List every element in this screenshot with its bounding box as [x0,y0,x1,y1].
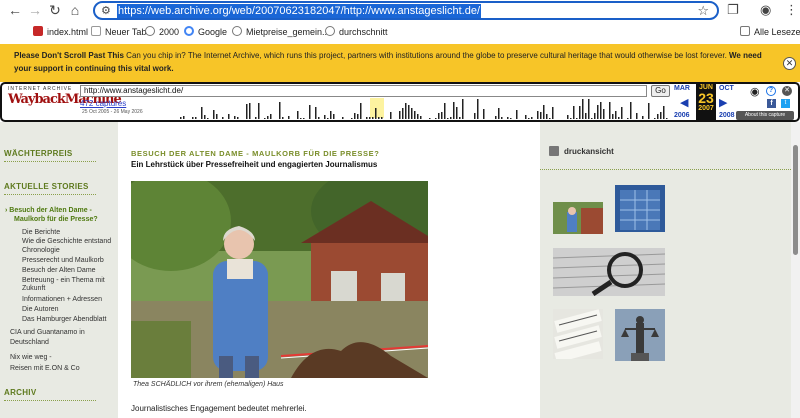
bookmarks-bar: index.html Neuer Tab 2000 Google Mietpre… [0,22,800,42]
go-button[interactable]: Go [651,85,670,97]
menu-icon[interactable]: ⋮ [785,2,798,18]
bookmark-item[interactable]: 2000 [145,26,179,37]
globe-icon [145,26,155,36]
prev-month[interactable]: MAR [674,85,690,92]
bookmark-star-icon[interactable]: ☆ [697,3,709,19]
wayback-logo[interactable]: INTERNET ARCHIVE WaybackMachine [8,86,122,116]
browser-chrome: ← → ↻ ⌂ ⚙ https://web.archive.org/web/20… [0,0,800,44]
nav-item[interactable]: Presserecht und Maulkorb [22,256,104,265]
address-bar[interactable]: ⚙ https://web.archive.org/web/2007062318… [93,1,719,20]
nav-item[interactable]: Wie die Geschichte entstand [22,237,111,246]
bookmark-favicon-icon [91,26,101,36]
capture-sparkline[interactable] [180,97,670,119]
thumbnail-image[interactable] [615,309,665,361]
prev-year[interactable]: 2006 [674,112,690,119]
extensions-icon[interactable]: ❐ [727,2,739,18]
address-url[interactable]: https://web.archive.org/web/200706231820… [117,4,482,18]
google-icon [184,26,194,36]
archived-page: WÄCHTERPREIS AKTUELLE STORIES › Besuch d… [0,122,791,418]
bookmark-item[interactable]: Neuer Tab [91,26,146,37]
about-capture-button[interactable]: About this capture [736,111,794,120]
wayback-url-input[interactable]: http://www.anstageslicht.de/ [80,85,647,97]
bookmark-favicon-icon [33,26,43,36]
nav-item[interactable]: Die Autoren [22,305,59,314]
folder-icon [740,26,750,36]
nav-item[interactable]: Chronologie [22,246,60,255]
prev-capture-icon[interactable]: ◀ [680,96,688,109]
nav-item[interactable]: Zukunft [22,284,45,293]
article-kicker: BESUCH DER ALTEN DAME - MAULKORB FÜR DIE… [131,149,380,158]
photo-caption: Thea SCHÄDLICH vor ihrem (ehemaligen) Ha… [133,381,284,388]
divider [540,169,791,170]
facebook-icon[interactable]: f [767,99,776,108]
scrollbar-thumb[interactable] [793,145,798,255]
story-link-cont[interactable]: Reisen mit E.ON & Co [10,364,80,373]
divider [4,161,96,162]
print-icon[interactable] [549,146,559,156]
calendar-nav: MAR ◀ 2006 JUN 23 2007 OCT ▶ 2008 [672,84,742,122]
next-year[interactable]: 2008 [719,112,735,119]
back-icon[interactable]: ← [6,1,24,19]
reload-icon[interactable]: ↻ [46,1,64,19]
thumbnail-image[interactable] [553,202,603,234]
story-link[interactable]: CIA und Guantanamo in [10,328,85,337]
right-sidebar: druckansicht [540,122,791,418]
donation-banner: Please Don't Scroll Past This Can you ch… [0,44,800,82]
profile-icon[interactable]: ◉ [760,2,771,18]
story-link[interactable]: Nix wie weg - [10,353,52,362]
next-month[interactable]: OCT [719,85,734,92]
forward-icon[interactable]: → [26,1,44,19]
globe-icon [232,26,242,36]
section-aktuelle-stories[interactable]: AKTUELLE STORIES [4,182,89,191]
active-story-link-cont[interactable]: Maulkorb für die Presse? [14,215,98,224]
bookmark-item[interactable]: index.html [33,26,88,37]
article-body: Journalistisches Engagement bedeutet meh… [131,404,307,413]
nav-item[interactable]: Besuch der Alten Dame [22,266,96,275]
banner-text: Can you chip in? The Internet Archive, w… [123,51,730,60]
bookmark-item[interactable]: durchschnitt [325,26,388,37]
close-icon[interactable]: ✕ [782,86,792,96]
captures-link[interactable]: 472 captures [80,99,126,108]
browser-toolbar: ← → ↻ ⌂ ⚙ https://web.archive.org/web/20… [0,0,800,22]
left-sidebar: WÄCHTERPREIS AKTUELLE STORIES › Besuch d… [0,122,118,418]
nav-item[interactable]: Informationen + Adressen [22,295,102,304]
wayback-toolbar: INTERNET ARCHIVE WaybackMachine http://w… [0,82,800,122]
divider [4,400,96,401]
site-info-icon[interactable]: ⚙ [101,4,111,17]
thumbnail-image[interactable] [553,248,665,296]
banner-lead: Please Don't Scroll Past This [14,51,124,60]
article-photo [131,181,428,378]
section-waechterpreis[interactable]: WÄCHTERPREIS [4,149,73,158]
next-capture-icon[interactable]: ▶ [719,96,727,109]
close-icon[interactable]: ✕ [783,57,796,70]
bookmark-item[interactable]: Google [184,26,227,37]
thumbnail-image[interactable] [553,309,603,359]
nav-item[interactable]: Das Hamburger Abendblatt [22,315,106,324]
current-capture: JUN 23 2007 [696,84,716,122]
print-link[interactable]: druckansicht [564,147,614,156]
bookmark-item[interactable]: Mietpreise_gemein... [232,26,330,37]
section-archiv[interactable]: ARCHIV [4,388,36,397]
story-link-cont[interactable]: Deutschland [10,338,49,347]
twitter-icon[interactable]: t [781,99,790,108]
main-content: BESUCH DER ALTEN DAME - MAULKORB FÜR DIE… [118,122,540,418]
page-scrollbar[interactable] [791,122,800,418]
thumbnail-image[interactable] [615,185,665,232]
article-subtitle: Ein Lehrstück über Pressefreiheit und en… [131,160,378,169]
help-icon[interactable]: ? [766,86,776,96]
capture-range: 25 Oct 2005 - 26 May 2026 [82,109,143,115]
nav-item[interactable]: Die Berichte [22,228,60,237]
home-icon[interactable]: ⌂ [66,1,84,19]
user-icon[interactable]: ◉ [750,85,760,98]
all-bookmarks[interactable]: Alle Lesezeichen [740,26,800,37]
divider [4,194,96,195]
globe-icon [325,26,335,36]
active-story-link[interactable]: › Besuch der Alten Dame - [5,206,92,215]
